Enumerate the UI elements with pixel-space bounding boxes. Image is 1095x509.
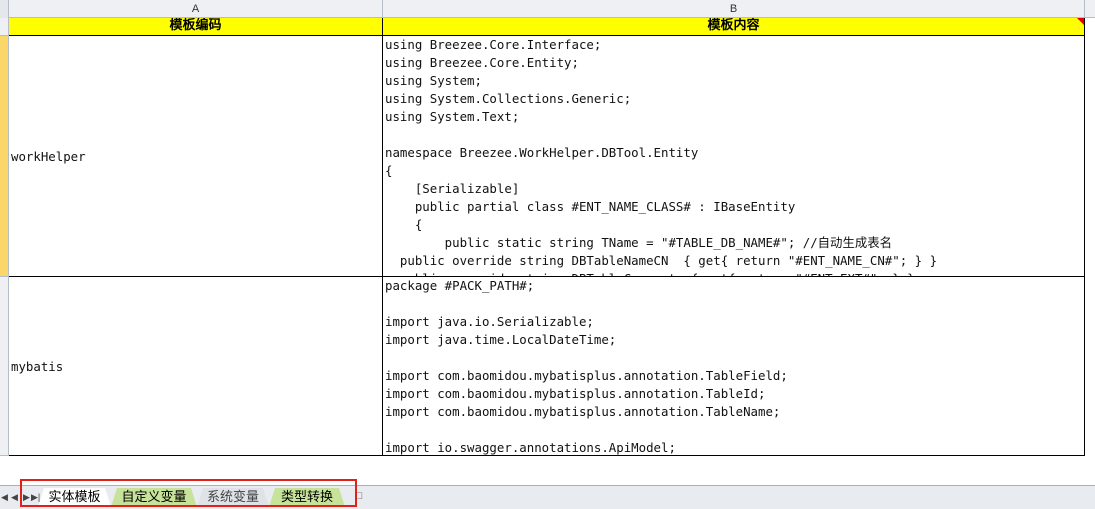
- code-line: import com.baomidou.mybatisplus.annotati…: [385, 368, 788, 383]
- tab-custom-variables[interactable]: 自定义变量: [111, 488, 197, 507]
- cell-content-mybatis[interactable]: package #PACK_PATH#; import java.io.Seri…: [383, 277, 1085, 456]
- next-sheet-icon[interactable]: ▶: [22, 490, 31, 504]
- code-line: using System.Text;: [385, 109, 520, 124]
- code-line: using System.Collections.Generic;: [385, 91, 632, 106]
- code-line: using Breezee.Core.Interface;: [385, 37, 602, 52]
- tab-type-conversion[interactable]: 类型转换: [269, 488, 345, 507]
- prev-sheet-icon[interactable]: ◀: [10, 490, 19, 504]
- code-line: import java.time.LocalDateTime;: [385, 332, 617, 347]
- code-line: {: [385, 217, 423, 232]
- column-header-bar: A B: [0, 0, 1095, 18]
- cell-content-workhelper[interactable]: using Breezee.Core.Interface; using Breez…: [383, 36, 1085, 277]
- code-line: import com.baomidou.mybatisplus.annotati…: [385, 386, 766, 401]
- code-line: {: [385, 163, 393, 178]
- column-header-a[interactable]: A: [9, 0, 383, 18]
- row-header-2[interactable]: [0, 36, 9, 277]
- cell-code-workhelper[interactable]: workHelper: [9, 36, 383, 277]
- code-line: import io.swagger.annotations.ApiModel;: [385, 440, 676, 455]
- header-cell-template-code[interactable]: 模板编码: [9, 18, 383, 36]
- header-label-a: 模板编码: [169, 18, 222, 33]
- code-line: import com.baomidou.mybatisplus.annotati…: [385, 404, 781, 419]
- last-sheet-icon[interactable]: ▶|: [31, 490, 40, 504]
- template-code-text: mybatis: [11, 358, 64, 374]
- code-line: namespace Breezee.WorkHelper.DBTool.Enti…: [385, 145, 699, 160]
- template-code-text: workHelper: [11, 148, 86, 164]
- first-sheet-icon[interactable]: ◀: [0, 490, 9, 504]
- tab-entity-template[interactable]: 实体模板: [38, 488, 111, 507]
- code-line: public override string DBTableNameCN { g…: [385, 253, 938, 268]
- cell-code-mybatis[interactable]: mybatis: [9, 277, 383, 456]
- select-all-corner[interactable]: [0, 0, 9, 18]
- code-line: import java.io.Serializable;: [385, 314, 594, 329]
- code-line: using Breezee.Core.Entity;: [385, 55, 579, 70]
- code-line: public partial class #ENT_NAME_CLASS# : …: [385, 199, 796, 214]
- comment-indicator-icon[interactable]: [1077, 18, 1084, 25]
- header-cell-template-content[interactable]: 模板内容: [383, 18, 1085, 36]
- row-header-3[interactable]: [0, 277, 9, 456]
- code-line: public static string TName = "#TABLE_DB_…: [385, 235, 893, 250]
- sheet-tab-bar: ◀ ◀ ▶ ▶| 实体模板 自定义变量 系统变量 类型转换 □: [0, 485, 1095, 509]
- code-line: public override string DBTableComment { …: [385, 270, 1084, 276]
- column-header-b[interactable]: B: [383, 0, 1085, 18]
- header-label-b: 模板内容: [707, 18, 760, 33]
- code-line: package #PACK_PATH#;: [385, 278, 535, 293]
- code-line: using System;: [385, 73, 482, 88]
- new-sheet-icon[interactable]: □: [351, 489, 367, 504]
- row-header-1[interactable]: [0, 18, 9, 36]
- tab-system-variables[interactable]: 系统变量: [197, 488, 269, 507]
- code-line: [Serializable]: [385, 181, 520, 196]
